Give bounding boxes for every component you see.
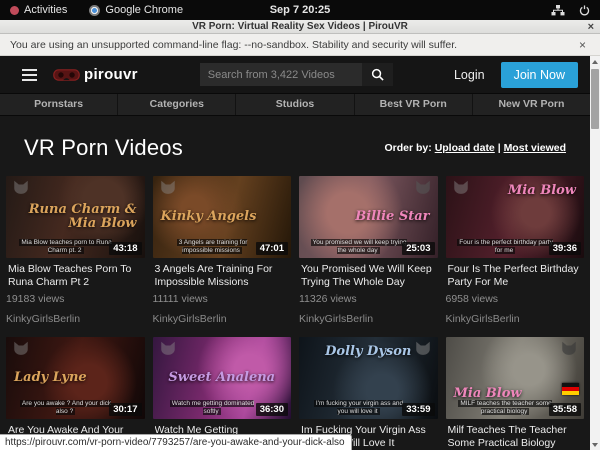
duration-badge: 47:01 xyxy=(256,242,288,255)
thumbnail-caption: Mia Blow teaches porn to Runa Charm pt. … xyxy=(19,239,111,254)
vr-goggles-icon xyxy=(53,68,80,82)
network-icon[interactable] xyxy=(551,5,565,16)
order-by-upload-date-link[interactable]: Upload date xyxy=(435,142,495,154)
duration-badge: 39:36 xyxy=(549,242,581,255)
video-thumbnail[interactable]: Kinky Angels 3 Angels are training for i… xyxy=(153,176,292,258)
cat-mask-logo-icon xyxy=(159,341,177,356)
video-title[interactable]: Milf Teaches The Teacher Some Practical … xyxy=(448,424,583,449)
search-bar xyxy=(200,63,393,86)
page-title: VR Porn Videos xyxy=(24,135,183,161)
video-thumbnail[interactable]: Billie Star You promised we will keep tr… xyxy=(299,176,438,258)
search-button[interactable] xyxy=(362,63,393,86)
duration-badge: 36:30 xyxy=(256,403,288,416)
cat-mask-logo-icon xyxy=(12,341,30,356)
system-top-bar: Activities Google Chrome Sep 7 20:25 xyxy=(0,0,600,20)
link-status-bar: https://pirouvr.com/vr-porn-video/779325… xyxy=(0,434,352,450)
studio-link[interactable]: KinkyGirlsBerlin xyxy=(446,313,585,325)
site-logo-text: pirouvr xyxy=(84,66,138,83)
nav-item-new-vr-porn[interactable]: New VR Porn xyxy=(473,94,590,115)
german-flag-icon xyxy=(562,383,579,395)
duration-badge: 30:17 xyxy=(109,403,141,416)
nav-item-studios[interactable]: Studios xyxy=(236,94,354,115)
thumbnail-caption: 3 Angels are training for impossible mis… xyxy=(177,239,248,254)
studio-link[interactable]: KinkyGirlsBerlin xyxy=(299,313,438,325)
warning-close-button[interactable]: × xyxy=(579,38,586,52)
nav-item-categories[interactable]: Categories xyxy=(118,94,236,115)
login-link[interactable]: Login xyxy=(454,68,485,82)
video-thumbnail[interactable]: Dolly Dyson I'm fucking your virgin ass … xyxy=(299,337,438,419)
vertical-scrollbar[interactable] xyxy=(590,56,600,450)
cat-mask-logo-icon xyxy=(452,180,470,195)
thumbnail-caption: MILF teaches the teacher some practical … xyxy=(458,400,551,415)
main-nav: Pornstars Categories Studios Best VR Por… xyxy=(0,93,590,116)
search-input[interactable] xyxy=(200,63,362,86)
video-card[interactable]: Kinky Angels 3 Angels are training for i… xyxy=(153,176,292,331)
video-thumbnail[interactable]: Sweet Analena Watch me getting dominated… xyxy=(153,337,292,419)
nav-item-best-vr-porn[interactable]: Best VR Porn xyxy=(355,94,473,115)
order-by-most-viewed-link[interactable]: Most viewed xyxy=(504,142,566,154)
video-thumbnail[interactable]: Lady Lyne Are you awake ? And your dick … xyxy=(6,337,145,419)
browser-viewport: pirouvr Login Join Now xyxy=(0,56,600,450)
browser-title-bar: VR Porn: Virtual Reality Sex Videos | Pi… xyxy=(0,20,600,34)
video-card[interactable]: Mia Blow Four is the perfect birthday pa… xyxy=(446,176,585,331)
thumbnail-caption: I'm fucking your virgin ass and you will… xyxy=(314,400,403,415)
order-by-label: Order by: xyxy=(385,142,432,154)
warning-text: You are using an unsupported command-lin… xyxy=(10,39,457,51)
cat-mask-logo-icon xyxy=(414,341,432,356)
clock[interactable]: Sep 7 20:25 xyxy=(0,4,600,16)
order-by: Order by: Upload date | Most viewed xyxy=(385,142,567,154)
video-thumbnail[interactable]: Runa Charm & Mia Blow Mia Blow teaches p… xyxy=(6,176,145,258)
thumbnail-caption: You promised we will keep trying the who… xyxy=(311,239,407,254)
cat-mask-logo-icon xyxy=(414,180,432,195)
hamburger-menu-icon[interactable] xyxy=(22,69,37,81)
cat-mask-logo-icon xyxy=(12,180,30,195)
thumbnail-caption: Are you awake ? And your dick also ? xyxy=(20,400,111,415)
thumbnail-caption: Watch me getting dominated softly xyxy=(170,400,255,415)
view-count: 19183 views xyxy=(6,293,145,305)
scrollbar-thumb[interactable] xyxy=(591,69,599,129)
video-grid: Runa Charm & Mia Blow Mia Blow teaches p… xyxy=(0,176,590,450)
duration-badge: 33:59 xyxy=(402,403,434,416)
window-close-button[interactable]: × xyxy=(588,20,594,34)
scroll-up-arrow[interactable] xyxy=(590,56,600,67)
cat-mask-logo-icon xyxy=(560,341,578,356)
scroll-down-arrow[interactable] xyxy=(590,439,600,450)
video-title[interactable]: You Promised We Will Keep Trying The Who… xyxy=(301,263,436,288)
video-title[interactable]: 3 Angels Are Training For Impossible Mis… xyxy=(155,263,290,288)
video-title[interactable]: Mia Blow Teaches Porn To Runa Charm Pt 2 xyxy=(8,263,143,288)
view-count: 11326 views xyxy=(299,293,438,305)
duration-badge: 35:58 xyxy=(549,403,581,416)
window-title: VR Porn: Virtual Reality Sex Videos | Pi… xyxy=(192,21,408,32)
studio-link[interactable]: KinkyGirlsBerlin xyxy=(153,313,292,325)
video-card[interactable]: Billie Star You promised we will keep tr… xyxy=(299,176,438,331)
duration-badge: 43:18 xyxy=(109,242,141,255)
sandbox-warning-bar: You are using an unsupported command-lin… xyxy=(0,34,600,56)
duration-badge: 25:03 xyxy=(402,242,434,255)
video-card[interactable]: Mia Blow MILF teaches the teacher some p… xyxy=(446,337,585,450)
page-heading-row: VR Porn Videos Order by: Upload date | M… xyxy=(0,116,590,176)
video-title[interactable]: Four Is The Perfect Birthday Party For M… xyxy=(448,263,583,288)
join-now-button[interactable]: Join Now xyxy=(501,62,578,88)
video-card[interactable]: Runa Charm & Mia Blow Mia Blow teaches p… xyxy=(6,176,145,331)
view-count: 11111 views xyxy=(153,293,292,305)
video-thumbnail[interactable]: Mia Blow MILF teaches the teacher some p… xyxy=(446,337,585,419)
studio-link[interactable]: KinkyGirlsBerlin xyxy=(6,313,145,325)
site-logo[interactable]: pirouvr xyxy=(53,66,138,83)
cat-mask-logo-icon xyxy=(159,180,177,195)
view-count: 6958 views xyxy=(446,293,585,305)
nav-item-pornstars[interactable]: Pornstars xyxy=(0,94,118,115)
site-header: pirouvr Login Join Now xyxy=(0,56,590,93)
thumbnail-caption: Four is the perfect birthday party for m… xyxy=(457,239,553,254)
search-icon xyxy=(371,68,384,81)
screen: Activities Google Chrome Sep 7 20:25 VR … xyxy=(0,0,600,450)
power-icon[interactable] xyxy=(579,5,590,16)
video-thumbnail[interactable]: Mia Blow Four is the perfect birthday pa… xyxy=(446,176,585,258)
